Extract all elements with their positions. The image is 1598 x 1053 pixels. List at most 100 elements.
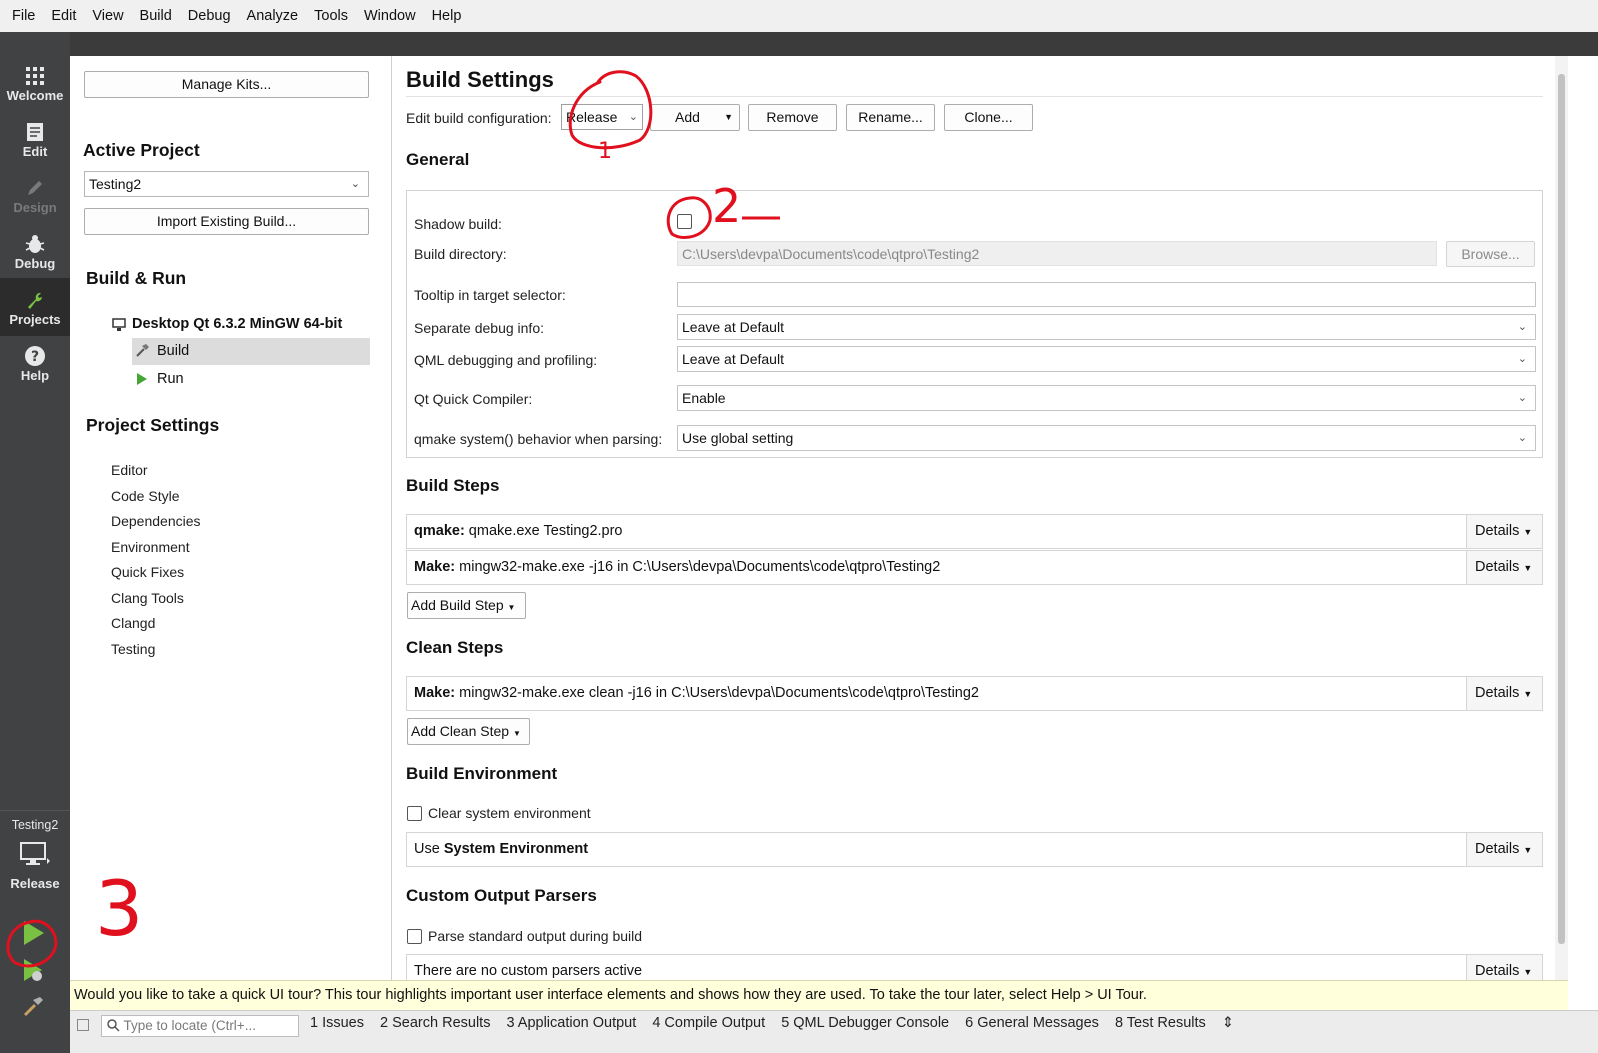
qml-debug-combo[interactable]: Leave at Default ⌄	[677, 346, 1536, 372]
mode-label: Edit	[22, 144, 48, 159]
details-button[interactable]: Details ▼	[1466, 515, 1542, 548]
qml-debug-value: Leave at Default	[682, 351, 784, 367]
mode-projects[interactable]: Projects	[0, 278, 70, 336]
scrollbar-thumb[interactable]	[1558, 74, 1565, 944]
details-button[interactable]: Details ▼	[1466, 833, 1542, 866]
settings-item-environment[interactable]: Environment	[111, 539, 190, 555]
add-config-button[interactable]: Add ▼	[650, 104, 740, 131]
kit-name[interactable]: Desktop Qt 6.3.2 MinGW 64-bit	[132, 316, 342, 332]
document-icon	[0, 118, 70, 144]
menu-view[interactable]: View	[84, 8, 131, 24]
pane-general-messages[interactable]: 6 General Messages	[965, 1015, 1099, 1031]
menu-file[interactable]: File	[4, 8, 43, 24]
clear-env-checkbox[interactable]	[407, 806, 422, 821]
quick-compiler-label: Qt Quick Compiler:	[414, 391, 533, 407]
locator-input[interactable]: Type to locate (Ctrl+...	[101, 1015, 299, 1037]
details-label: Details	[1475, 841, 1520, 857]
settings-item-clangd[interactable]: Clangd	[111, 615, 155, 631]
kit-run-item[interactable]: Run	[157, 371, 184, 387]
settings-item-editor[interactable]: Editor	[111, 462, 148, 478]
details-label: Details	[1475, 685, 1520, 701]
pane-qml-debugger-console[interactable]: 5 QML Debugger Console	[781, 1015, 949, 1031]
details-button[interactable]: Details ▼	[1466, 677, 1542, 710]
debug-run-icon[interactable]	[22, 958, 46, 987]
divider	[0, 810, 70, 811]
qmake-behavior-label: qmake system() behavior when parsing:	[414, 431, 663, 447]
pane-issues[interactable]: 1 Issues	[310, 1015, 364, 1031]
add-build-step-button[interactable]: Add Build Step ▼	[407, 592, 526, 619]
qmake-behavior-combo[interactable]: Use global setting ⌄	[677, 425, 1536, 451]
hammer-icon[interactable]	[22, 994, 46, 1021]
manage-kits-button[interactable]: Manage Kits...	[84, 71, 369, 98]
sep-debug-label: Separate debug info:	[414, 320, 544, 336]
quick-compiler-combo[interactable]: Enable ⌄	[677, 385, 1536, 411]
settings-item-testing[interactable]: Testing	[111, 641, 155, 657]
parse-std-checkbox[interactable]	[407, 929, 422, 944]
settings-item-clang-tools[interactable]: Clang Tools	[111, 590, 184, 606]
caret-down-icon: ▼	[1523, 563, 1533, 573]
details-label: Details	[1475, 523, 1520, 539]
pane-application-output[interactable]: 3 Application Output	[506, 1015, 636, 1031]
remove-config-button[interactable]: Remove	[748, 104, 837, 131]
menu-analyze[interactable]: Analyze	[239, 8, 307, 24]
build-config-combo[interactable]: Release ⌄	[561, 104, 643, 130]
mode-design[interactable]: Design	[0, 174, 70, 224]
caret-down-icon: ▼	[1523, 845, 1533, 855]
mode-debug[interactable]: Debug	[0, 230, 70, 280]
browse-button[interactable]: Browse...	[1446, 241, 1535, 267]
mode-label: Help	[20, 368, 50, 383]
settings-item-dependencies[interactable]: Dependencies	[111, 513, 201, 529]
pane-compile-output[interactable]: 4 Compile Output	[652, 1015, 765, 1031]
menu-help[interactable]: Help	[424, 8, 470, 24]
environment-text: Use System Environment	[414, 841, 588, 857]
add-clean-step-label: Add Clean Step	[411, 723, 510, 739]
menu-edit[interactable]: Edit	[43, 8, 84, 24]
menu-build[interactable]: Build	[132, 8, 180, 24]
mode-label: Welcome	[6, 88, 64, 103]
sidebar-toggle-icon[interactable]	[77, 1019, 89, 1031]
mode-label: Design	[13, 200, 57, 215]
details-button[interactable]: Details ▼	[1466, 551, 1542, 584]
menu-tools[interactable]: Tools	[306, 8, 356, 24]
chevron-down-icon: ⌄	[1517, 392, 1527, 404]
run-icon[interactable]	[22, 920, 46, 949]
pane-search-results[interactable]: 2 Search Results	[380, 1015, 490, 1031]
qml-debug-label: QML debugging and profiling:	[414, 352, 598, 368]
clone-config-button[interactable]: Clone...	[944, 104, 1033, 131]
project-combo[interactable]: Testing2 ⌄	[84, 171, 369, 197]
vertical-scrollbar[interactable]	[1555, 56, 1568, 996]
pane-test-results[interactable]: 8 Test Results	[1115, 1015, 1206, 1031]
settings-item-quick-fixes[interactable]: Quick Fixes	[111, 564, 184, 580]
build-step-row: qmake: qmake.exe Testing2.pro Details ▼	[406, 514, 1543, 549]
clean-step-command: mingw32-make.exe clean -j16 in C:\Users\…	[455, 685, 979, 701]
chevron-down-icon: ⌄	[1517, 321, 1527, 333]
mode-welcome[interactable]: Welcome	[0, 62, 70, 112]
hammer-icon	[136, 343, 150, 360]
settings-item-code-style[interactable]: Code Style	[111, 488, 179, 504]
clean-step-text: Make: mingw32-make.exe clean -j16 in C:\…	[414, 685, 979, 701]
sep-debug-combo[interactable]: Leave at Default ⌄	[677, 314, 1536, 340]
tooltip-input[interactable]	[677, 282, 1536, 307]
build-run-heading: Build & Run	[86, 268, 187, 288]
mode-help[interactable]: ? Help	[0, 342, 70, 392]
monitor-icon[interactable]	[20, 842, 50, 871]
ui-tour-infobar[interactable]: Would you like to take a quick UI tour? …	[70, 980, 1568, 1010]
details-label: Details	[1475, 963, 1520, 979]
rename-config-button[interactable]: Rename...	[846, 104, 935, 131]
shadow-build-checkbox[interactable]	[677, 214, 692, 229]
clean-step-name: Make:	[414, 685, 456, 701]
menu-window[interactable]: Window	[356, 8, 424, 24]
add-config-label: Add	[675, 109, 700, 125]
build-dir-field[interactable]: C:\Users\devpa\Documents\code\qtpro\Test…	[677, 241, 1437, 266]
edit-config-label: Edit build configuration:	[406, 110, 552, 126]
project-sidebar: Manage Kits... Active Project Testing2 ⌄…	[70, 56, 392, 996]
up-down-arrows-icon[interactable]: ⇕	[1222, 1015, 1234, 1031]
import-build-button[interactable]: Import Existing Build...	[84, 208, 369, 235]
chevron-down-icon: ⌄	[1517, 432, 1527, 444]
mode-edit[interactable]: Edit	[0, 118, 70, 168]
general-heading: General	[406, 150, 470, 169]
kit-build-item[interactable]: Build	[132, 338, 370, 365]
add-clean-step-button[interactable]: Add Clean Step ▼	[407, 718, 530, 745]
menu-debug[interactable]: Debug	[180, 8, 239, 24]
locator-placeholder: Type to locate (Ctrl+...	[123, 1018, 256, 1033]
